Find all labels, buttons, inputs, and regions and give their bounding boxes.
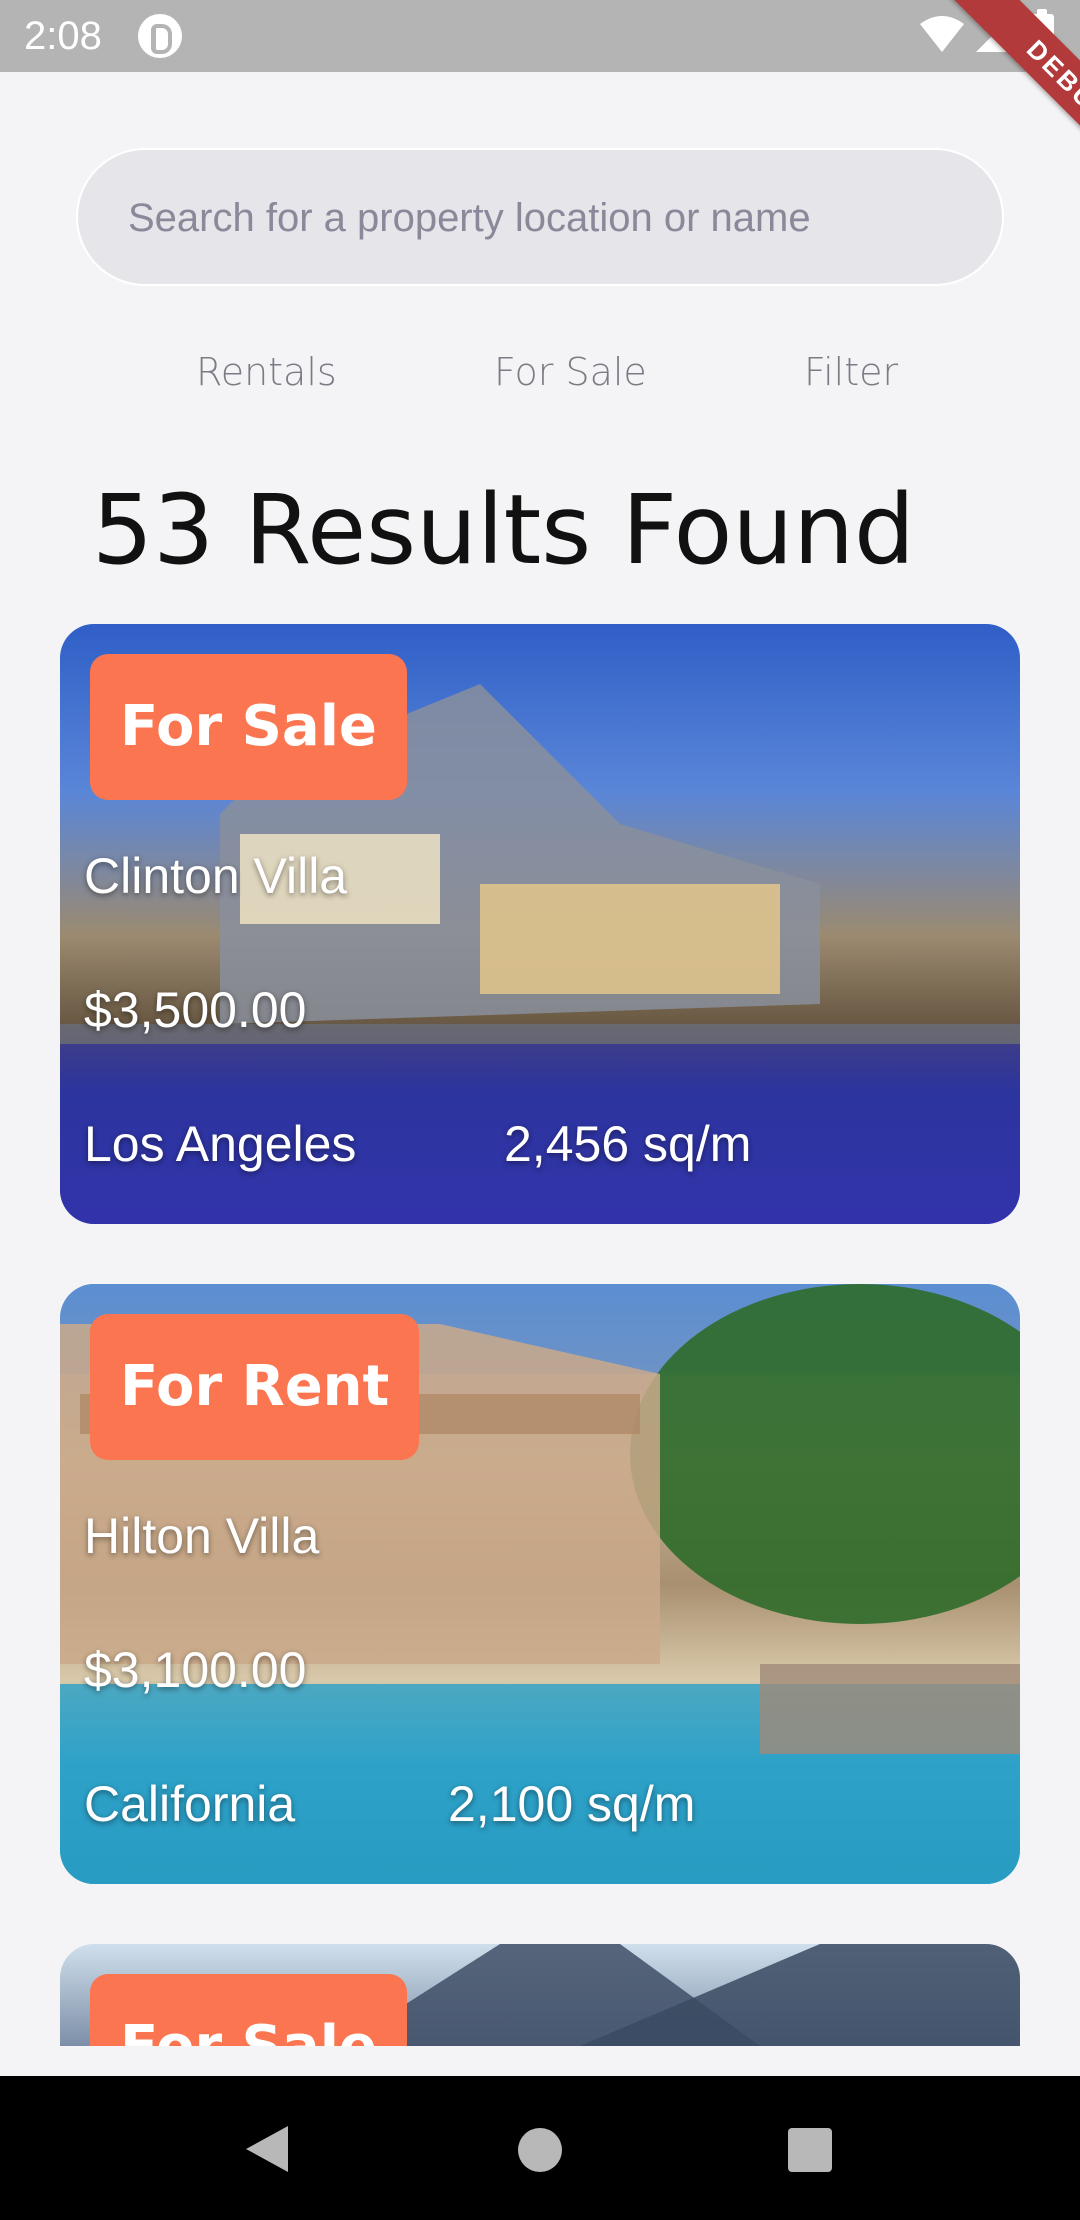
listing-location: Los Angeles xyxy=(84,1116,357,1172)
listing-name: Clinton Villa xyxy=(84,848,348,904)
search-bar[interactable] xyxy=(76,148,1004,286)
results-count-title: 53 Results Found xyxy=(92,474,915,586)
home-icon[interactable] xyxy=(518,2128,562,2172)
app-notification-icon xyxy=(138,14,182,58)
listing-card[interactable]: For Sale xyxy=(60,1944,1020,2046)
tab-filter[interactable]: Filter xyxy=(804,348,898,396)
tab-for-sale[interactable]: For Sale xyxy=(494,348,647,396)
wifi-icon xyxy=(920,16,964,52)
tab-rentals[interactable]: Rentals xyxy=(196,348,337,396)
listing-area: 2,456 sq/m xyxy=(504,1116,752,1172)
status-bar: 2:08 DEBUG xyxy=(0,0,1080,216)
listing-price: $3,100.00 xyxy=(84,1642,307,1698)
listing-type-badge: For Sale xyxy=(90,1974,407,2046)
listing-card[interactable]: For Sale Clinton Villa $3,500.00 Los Ang… xyxy=(60,624,1020,1224)
listing-name: Hilton Villa xyxy=(84,1508,320,1564)
listing-price: $3,500.00 xyxy=(84,982,307,1038)
listing-type-badge: For Sale xyxy=(90,654,407,800)
listing-type-badge: For Rent xyxy=(90,1314,420,1460)
back-icon[interactable] xyxy=(244,2124,290,2174)
listing-area: 2,100 sq/m xyxy=(448,1776,696,1832)
listing-location: California xyxy=(84,1776,296,1832)
navigation-bar xyxy=(0,2076,1080,2220)
search-input[interactable] xyxy=(126,150,950,286)
status-time: 2:08 xyxy=(24,14,102,58)
recents-icon[interactable] xyxy=(788,2128,832,2172)
listing-card[interactable]: For Rent Hilton Villa $3,100.00 Californ… xyxy=(60,1284,1020,1884)
